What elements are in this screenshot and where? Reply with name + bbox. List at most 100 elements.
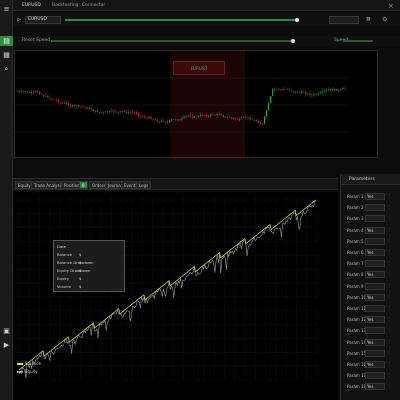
- parameter-menu-icon[interactable]: ⋮: [387, 361, 391, 366]
- candle-body: [253, 120, 255, 121]
- parameter-value-field[interactable]: [365, 305, 385, 312]
- candle-body: [22, 90, 24, 92]
- parameter-row[interactable]: Param 3 ⋮: [345, 214, 397, 223]
- parameter-menu-icon[interactable]: ⋮: [387, 294, 391, 299]
- candle-body: [65, 103, 68, 104]
- tab-connector[interactable]: Connector: [79, 2, 108, 10]
- candle-body: [251, 119, 253, 121]
- parameter-menu-icon[interactable]: ⋮: [387, 350, 391, 355]
- parameter-label: Param 3: [347, 216, 364, 222]
- candle-body: [72, 105, 74, 107]
- parameter-row[interactable]: Param 7 ⋮: [345, 259, 397, 268]
- parameter-menu-icon[interactable]: ⋮: [387, 227, 391, 232]
- parameter-menu-icon[interactable]: ⋮: [387, 339, 391, 344]
- parameter-menu-icon[interactable]: ⋮: [387, 215, 391, 220]
- parameter-value-field[interactable]: [365, 215, 385, 223]
- parameter-row[interactable]: Param 12 Yes ⋮: [345, 315, 397, 324]
- parameter-value-field[interactable]: Yes: [365, 361, 385, 368]
- parameter-value-field[interactable]: Yes: [365, 226, 385, 234]
- parameter-row[interactable]: Param 8 Yes ⋮: [345, 270, 397, 279]
- parameter-row[interactable]: Param 18 Yes ⋮: [345, 382, 397, 391]
- tab-backtesting[interactable]: Backtesting: [49, 2, 82, 10]
- parameter-menu-icon[interactable]: ⋮: [387, 193, 391, 198]
- parameter-menu-icon[interactable]: ⋮: [387, 249, 391, 254]
- settings-icon[interactable]: ⚙: [379, 16, 390, 24]
- parameter-menu-icon[interactable]: ⋮: [387, 316, 391, 321]
- tab-logs[interactable]: Logs: [136, 181, 152, 189]
- parameter-value-field[interactable]: Yes: [365, 293, 385, 301]
- replay-knob[interactable]: [295, 18, 299, 22]
- tooltip-key: Equity Drawdown: [57, 268, 91, 273]
- tooltip-key: Balance: [57, 252, 73, 257]
- parameter-row[interactable]: Param 6 Yes ⋮: [345, 248, 397, 257]
- speed-mini-track[interactable]: [343, 40, 373, 42]
- candle-body: [43, 95, 45, 97]
- tab-symbol[interactable]: EURUSD: [19, 2, 44, 10]
- parameter-row[interactable]: Param 5 ⋮: [345, 237, 397, 246]
- positions-count-badge[interactable]: 9: [79, 181, 88, 189]
- speed-track[interactable]: [51, 40, 291, 42]
- parameter-menu-icon[interactable]: ⋮: [387, 271, 391, 276]
- menu-icon[interactable]: ≡: [2, 4, 11, 14]
- parameter-row[interactable]: Param 11 ⋮: [345, 304, 397, 313]
- candle-body: [133, 112, 136, 114]
- play-icon[interactable]: ▶: [2, 340, 11, 350]
- replay-track[interactable]: [65, 19, 295, 21]
- parameter-row[interactable]: Param 15 ⋮: [345, 349, 397, 358]
- parameter-menu-icon[interactable]: ⋮: [387, 327, 391, 332]
- parameter-row[interactable]: Param 1 Yes ⋮: [345, 192, 397, 201]
- parameter-label: Param 15: [347, 350, 367, 356]
- parameter-menu-icon[interactable]: ⋮: [387, 383, 391, 388]
- parameters-panel: Parameters Param 1 Yes ⋮ Param 2 ⋮ Param 3 ⋮ Pa…: [340, 174, 400, 400]
- parameter-value-field[interactable]: Yes: [365, 316, 385, 324]
- calendar-icon[interactable]: ▦: [363, 16, 373, 24]
- candle-body: [284, 89, 286, 90]
- parameter-value-field[interactable]: Yes: [365, 193, 385, 200]
- parameter-row[interactable]: Param 13 ⋮: [345, 326, 397, 335]
- price-chart[interactable]: EURUSD: [14, 50, 378, 159]
- candle-body: [290, 90, 292, 92]
- candle-body: [138, 113, 140, 116]
- copy-icon[interactable]: ▣: [2, 326, 11, 336]
- parameter-value-field[interactable]: Yes: [365, 271, 385, 279]
- parameter-row[interactable]: Param 4 Yes ⋮: [345, 226, 397, 235]
- parameter-row[interactable]: Param 16 Yes ⋮: [345, 360, 397, 369]
- candle-body: [39, 92, 41, 95]
- close-icon[interactable]: ×: [385, 2, 397, 10]
- end-date-field[interactable]: [329, 16, 359, 24]
- parameter-value-field[interactable]: Yes: [365, 249, 385, 256]
- candle-body: [160, 120, 162, 122]
- parameter-row[interactable]: Param 14 Yes ⋮: [345, 338, 397, 347]
- chart-icon[interactable]: ▤: [0, 36, 13, 46]
- parameter-menu-icon[interactable]: ⋮: [387, 260, 391, 265]
- parameter-menu-icon[interactable]: ⋮: [387, 204, 391, 209]
- symbol-selector[interactable]: EURUSD: [25, 16, 61, 24]
- parameter-value-field[interactable]: Yes: [365, 338, 385, 346]
- candle-body: [129, 112, 132, 113]
- parameter-menu-icon[interactable]: ⋮: [387, 238, 391, 243]
- parameter-value-field[interactable]: [365, 260, 385, 268]
- equity-chart[interactable]: [13, 192, 338, 400]
- tooltip-key: Equity: [57, 276, 70, 281]
- parameter-row[interactable]: Param 2 ⋮: [345, 203, 397, 212]
- parameter-value-field[interactable]: [365, 349, 385, 357]
- candle-body: [90, 108, 92, 110]
- download-icon[interactable]: ⊳: [14, 16, 24, 24]
- parameter-menu-icon[interactable]: ⋮: [387, 283, 391, 288]
- grid-icon[interactable]: ▦: [2, 50, 11, 60]
- parameter-row[interactable]: Param 10 Yes ⋮: [345, 293, 397, 302]
- parameter-value-field[interactable]: [365, 282, 385, 290]
- speed-knob[interactable]: [291, 39, 295, 43]
- parameter-value-field[interactable]: [365, 237, 385, 245]
- parameter-value-field[interactable]: Yes: [365, 383, 385, 391]
- parameter-row[interactable]: Param 17 ⋮: [345, 371, 397, 380]
- parameter-menu-icon[interactable]: ⋮: [387, 305, 391, 310]
- parameter-menu-icon[interactable]: ⋮: [387, 372, 391, 377]
- parameter-value-field[interactable]: [365, 204, 385, 212]
- candle-body: [272, 88, 274, 97]
- parameter-value-field[interactable]: [365, 372, 385, 380]
- parameter-row[interactable]: Param 9 ⋮: [345, 282, 397, 291]
- search-icon[interactable]: ⌕: [2, 64, 11, 74]
- parameter-value-field[interactable]: [365, 327, 385, 335]
- tooltip-key: Date: [57, 244, 67, 249]
